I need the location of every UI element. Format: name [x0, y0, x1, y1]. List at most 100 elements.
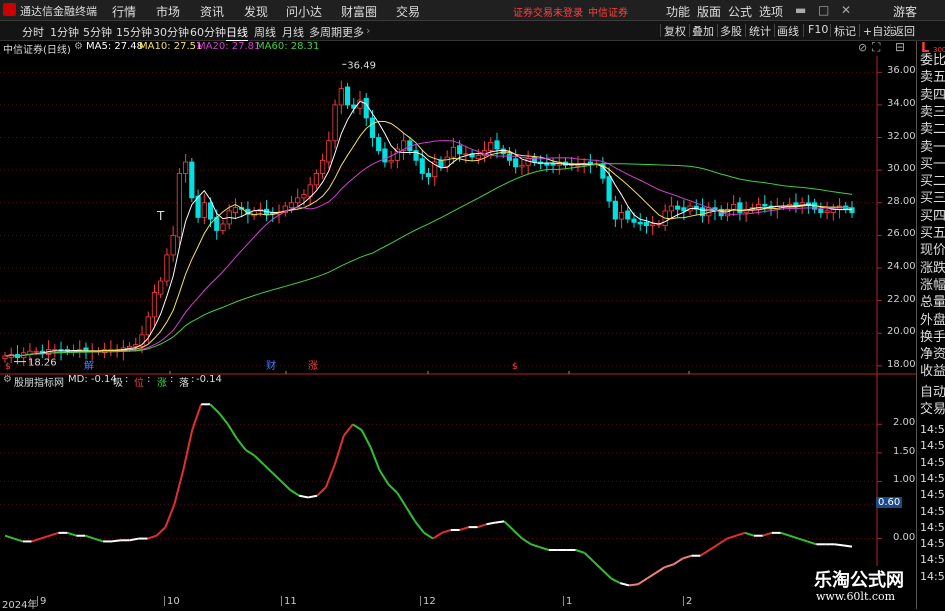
period-5min[interactable]: 5分钟	[83, 24, 112, 40]
indicator-segment	[798, 537, 808, 543]
candle-body	[618, 212, 625, 220]
indicator-xi: 吸	[113, 378, 123, 389]
more-arrow-icon[interactable]: ›	[366, 24, 370, 37]
indicator-segment	[646, 572, 657, 580]
candle-body	[176, 173, 182, 238]
maximize-icon[interactable]: □	[818, 3, 829, 17]
candle-body	[494, 140, 500, 150]
dollar-marker-1: $	[5, 362, 11, 372]
indicator-segment	[726, 534, 737, 540]
period-more[interactable]: 更多	[342, 24, 364, 40]
panel-label-0: 委比	[920, 53, 945, 68]
ma5-line	[4, 100, 852, 357]
candle-body	[488, 142, 494, 151]
period-monthly[interactable]: 月线	[282, 24, 304, 40]
candle-body	[164, 254, 170, 282]
panel-time-0: 14:56	[920, 423, 945, 436]
menu-gongshi[interactable]: 公式	[728, 3, 752, 20]
stock-name[interactable]: 中信证券(日线)	[3, 41, 71, 56]
indicator-segment	[155, 526, 167, 537]
btn-diejia[interactable]: 叠加	[692, 23, 714, 38]
btn-duogu[interactable]: 多股	[720, 23, 742, 38]
watermark-title: 乐淘公式网	[814, 570, 904, 591]
indicator-name[interactable]: 股朋指标网	[14, 374, 64, 389]
indicator-settings-icon[interactable]: ⚙	[3, 374, 12, 385]
btn-biaoji[interactable]: 标记	[834, 23, 856, 38]
period-30min[interactable]: 30分钟	[153, 24, 189, 40]
indicator-segment	[271, 472, 283, 483]
btn-tongji[interactable]: 统计	[749, 23, 771, 38]
indicator-segment	[299, 494, 309, 499]
indicator-segment	[495, 520, 505, 524]
period-fenshi[interactable]: 分时	[22, 24, 44, 40]
layout-icon[interactable]: ⊟	[895, 40, 905, 54]
minimize-icon[interactable]: ▬	[795, 3, 806, 17]
indicator-segment	[13, 537, 24, 543]
indicator-segment	[4, 534, 15, 540]
fullscreen-icon[interactable]: ⛶	[872, 40, 880, 55]
price-tick-7: 22.00	[887, 293, 916, 305]
indicator-segment	[289, 489, 300, 497]
menu-hangqing[interactable]: 行情	[112, 3, 136, 20]
indicator-segment	[414, 520, 425, 534]
settings-gear-icon[interactable]: ⚙	[74, 41, 83, 52]
indicator-segment	[360, 429, 372, 448]
menu-shichang[interactable]: 市场	[156, 3, 180, 20]
search-icon[interactable]: ⊘	[858, 41, 867, 54]
indicator-segment	[521, 537, 532, 546]
candle-body	[631, 218, 637, 223]
menu-gongneng[interactable]: 功能	[666, 3, 690, 20]
price-tick-6: 24.00	[887, 261, 916, 272]
indicator-segment	[352, 423, 363, 431]
menu-xuanxiang[interactable]: 选项	[759, 3, 783, 20]
trade-login-warning[interactable]: 证券交易未登录	[513, 4, 583, 19]
period-multi[interactable]: 多周期	[309, 24, 342, 40]
period-1min[interactable]: 1分钟	[50, 24, 79, 40]
period-daily[interactable]: 日线	[226, 24, 248, 41]
ma60-label: MA60: 28.31	[256, 41, 320, 52]
indicator-segment	[512, 529, 523, 540]
indicator-segment	[129, 537, 139, 542]
menu-faxian[interactable]: 发现	[244, 3, 268, 20]
btn-fuquan[interactable]: 复权	[664, 23, 686, 38]
candle-body	[207, 202, 214, 220]
panel-lower-label-1[interactable]: 交易	[920, 402, 945, 418]
panel-lower-label-0[interactable]: 自动	[920, 385, 945, 401]
menu-wenxiaoda[interactable]: 问小达	[286, 3, 322, 20]
indicator-segment	[307, 494, 318, 499]
menu-zixun[interactable]: 资讯	[200, 3, 224, 20]
candle-body	[133, 344, 139, 347]
indicator-segment	[31, 537, 41, 543]
panel-label-12: 涨跌	[920, 260, 945, 276]
panel-label-3: 卖三	[920, 104, 945, 120]
close-icon[interactable]: ✕	[841, 3, 851, 17]
btn-f10[interactable]: F10	[808, 23, 828, 38]
panel-label-9: 买四	[920, 208, 945, 224]
period-15min[interactable]: 15分钟	[116, 24, 152, 40]
candle-body	[2, 355, 8, 359]
candle-body	[637, 221, 643, 225]
menu-banmian[interactable]: 版面	[697, 3, 721, 20]
indicator-zhang: 涨	[157, 378, 167, 389]
btn-huaxian[interactable]: 画线	[777, 23, 799, 38]
indicator-segment	[93, 537, 104, 543]
indicator-luo: 落	[179, 378, 189, 389]
broker-name[interactable]: 中信证券	[588, 4, 628, 19]
candlestick-chart[interactable]: 36.4918.26T解财涨$ $	[0, 56, 916, 596]
panel-label-17: 净资	[920, 347, 945, 363]
period-weekly[interactable]: 周线	[254, 24, 276, 40]
indicator-segment	[253, 454, 265, 466]
candle-body	[288, 202, 295, 209]
panel-label-11: 现价	[920, 243, 945, 259]
menu-jiaoyi[interactable]: 交易	[396, 3, 420, 20]
guest-label[interactable]: 游客	[893, 3, 917, 20]
indicator-segment	[530, 543, 541, 549]
indicator-segment	[592, 560, 604, 571]
indicator-segment	[477, 523, 487, 529]
btn-fanhui[interactable]: 返回	[893, 23, 915, 38]
date-tick-5: 1	[566, 596, 573, 607]
period-60min[interactable]: 60分钟	[190, 24, 226, 40]
menu-caifuquan[interactable]: 财富圈	[341, 3, 377, 20]
indicator-tick-0: 2.00	[893, 417, 916, 429]
app-title: 通达信金融终端	[20, 5, 97, 18]
